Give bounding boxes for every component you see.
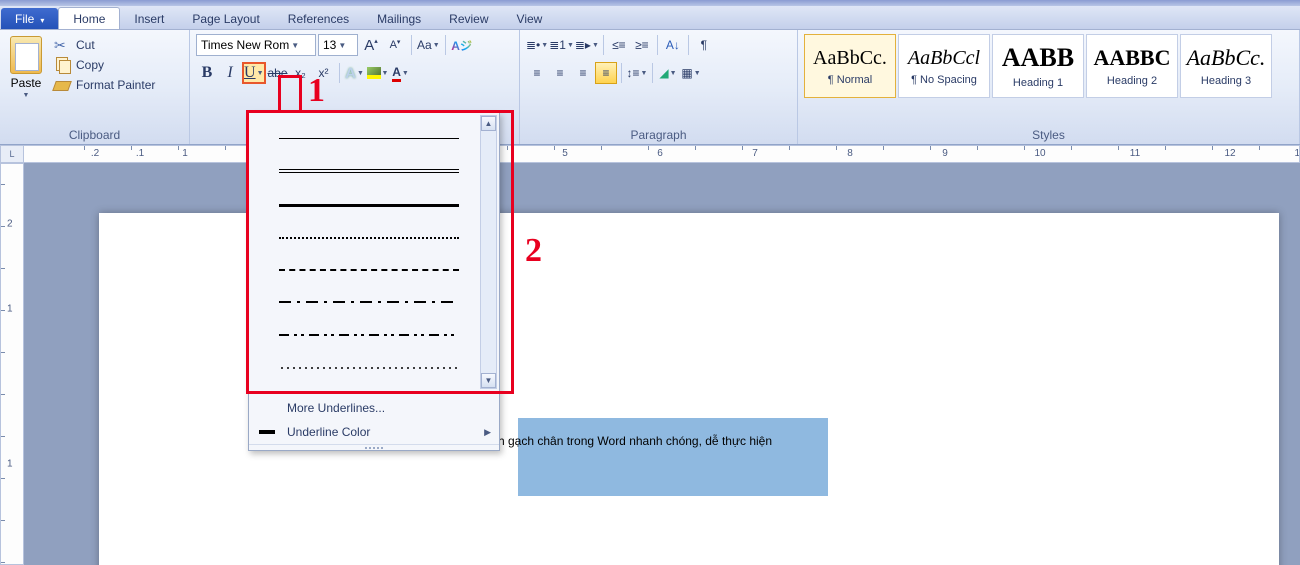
paste-icon [10,36,42,74]
tab-mailings[interactable]: Mailings [363,8,435,29]
scroll-down-icon[interactable]: ▼ [481,373,496,388]
change-case-button[interactable]: Aa▼ [417,34,440,56]
submenu-arrow-icon: ▶ [484,427,491,438]
grow-font-button[interactable]: A▴ [360,34,382,56]
font-size-combo[interactable]: 13▼ [318,34,358,56]
document-area[interactable] [24,163,1300,565]
underline-dash-dot[interactable] [279,301,459,303]
font-color-button[interactable]: A▼ [390,62,412,84]
borders-icon: ▦ [681,66,692,80]
underline-thick[interactable] [279,204,459,207]
increase-indent-button[interactable]: ≥≡ [631,34,653,56]
paste-label: Paste [11,76,42,90]
cut-button[interactable]: Cut [50,36,159,54]
ribbon: Paste ▼ Cut Copy Format Painter Clipboar… [0,30,1300,145]
pilcrow-icon: ¶ [701,38,707,52]
callout-1: 1 [308,72,325,110]
numbering-icon: ≣1 [549,38,566,52]
scroll-up-icon[interactable]: ▲ [481,116,496,131]
numbering-button[interactable]: ≣1▼ [549,34,574,56]
underline-style-list[interactable]: ▲ ▼ [249,113,499,391]
dropdown-scrollbar[interactable]: ▲ ▼ [480,115,497,389]
shrink-font-button[interactable]: A▾ [384,34,406,56]
underline-dropdown: ▲ ▼ More Underlines... Underline Color ▶ [248,112,500,451]
multilevel-button[interactable]: ≣▸▼ [575,34,599,56]
show-marks-button[interactable]: ¶ [693,34,715,56]
document-text[interactable]: h gạch chân trong Word nhanh chóng, dễ t… [498,422,772,452]
line-spacing-button[interactable]: ↕≡▼ [626,62,648,84]
align-center-button[interactable]: ≡ [549,62,571,84]
tab-review[interactable]: Review [435,8,502,29]
ribbon-tabs: File Home Insert Page Layout References … [0,6,1300,30]
style--normal[interactable]: AaBbCc.¶ Normal [804,34,896,98]
align-right-icon: ≡ [579,66,586,80]
style-heading-3[interactable]: AaBbCc.Heading 3 [1180,34,1272,98]
group-styles: AaBbCc.¶ NormalAaBbCcl¶ No SpacingAABBHe… [798,30,1300,144]
strikethrough-button[interactable]: abe [267,62,289,84]
bucket-icon: ◢ [659,66,668,80]
underline-double[interactable] [279,169,459,173]
group-label-paragraph: Paragraph [526,126,791,144]
underline-button[interactable]: U▼ [242,62,266,84]
outdent-icon: ≤≡ [612,38,626,52]
group-paragraph: ≣•▼ ≣1▼ ≣▸▼ ≤≡ ≥≡ A↓ ¶ ≡ ≡ ≡ ≡ ↕≡▼ ◢▼ [520,30,798,144]
more-underlines-item[interactable]: More Underlines... [249,396,499,420]
style--no-spacing[interactable]: AaBbCcl¶ No Spacing [898,34,990,98]
group-label-styles: Styles [804,126,1293,144]
ruler-corner[interactable]: L [0,145,24,163]
group-clipboard: Paste ▼ Cut Copy Format Painter Clipboar… [0,30,190,144]
callout-2: 2 [525,232,542,270]
font-name-combo[interactable]: Times New Rom▼ [196,34,316,56]
underline-wave[interactable] [279,366,459,370]
justify-button[interactable]: ≡ [595,62,617,84]
highlighter-icon [367,67,381,79]
align-left-icon: ≡ [533,66,540,80]
highlight-button[interactable]: ▼ [367,62,389,84]
tab-page-layout[interactable]: Page Layout [178,8,273,29]
ruler-vertical[interactable]: 211 [0,163,24,565]
brush-icon [54,77,70,93]
sort-button[interactable]: A↓ [662,34,684,56]
copy-button[interactable]: Copy [50,56,159,74]
bullets-icon: ≣• [526,38,540,52]
ruler-row: L .2.112345678910111213 [0,145,1300,163]
format-painter-button[interactable]: Format Painter [50,76,159,94]
workspace: 211 [0,163,1300,565]
decrease-indent-button[interactable]: ≤≡ [608,34,630,56]
scissors-icon [54,37,70,53]
underline-dashed[interactable] [279,269,459,271]
align-right-button[interactable]: ≡ [572,62,594,84]
underline-dash-dot-dot[interactable] [279,334,459,336]
style-heading-2[interactable]: AABBCHeading 2 [1086,34,1178,98]
justify-icon: ≡ [602,66,609,80]
tab-references[interactable]: References [274,8,363,29]
multilevel-icon: ≣▸ [575,38,591,52]
borders-button[interactable]: ▦▼ [680,62,702,84]
line-spacing-icon: ↕≡ [627,66,640,80]
group-label-clipboard: Clipboard [6,126,183,144]
tab-insert[interactable]: Insert [120,8,178,29]
tab-view[interactable]: View [503,8,557,29]
color-icon [257,424,277,440]
shading-button[interactable]: ◢▼ [657,62,679,84]
ruler-horizontal[interactable]: .2.112345678910111213 [24,145,1300,163]
copy-icon [54,57,70,73]
paste-button[interactable]: Paste ▼ [6,34,46,101]
align-left-button[interactable]: ≡ [526,62,548,84]
sort-icon: A↓ [666,38,680,52]
indent-icon: ≥≡ [635,38,649,52]
text-effects-button[interactable]: A▼ [344,62,366,84]
underline-color-item[interactable]: Underline Color ▶ [249,420,499,444]
clear-formatting-button[interactable]: Aジ [451,34,473,56]
underline-dotted[interactable] [279,237,459,239]
dropdown-grip[interactable] [249,444,499,450]
tab-home[interactable]: Home [58,7,120,29]
align-center-icon: ≡ [556,66,563,80]
underline-single[interactable] [279,138,459,139]
bold-button[interactable]: B [196,62,218,84]
style-heading-1[interactable]: AABBHeading 1 [992,34,1084,98]
italic-button[interactable]: I [219,62,241,84]
tab-file[interactable]: File [1,8,58,29]
bullets-button[interactable]: ≣•▼ [526,34,548,56]
